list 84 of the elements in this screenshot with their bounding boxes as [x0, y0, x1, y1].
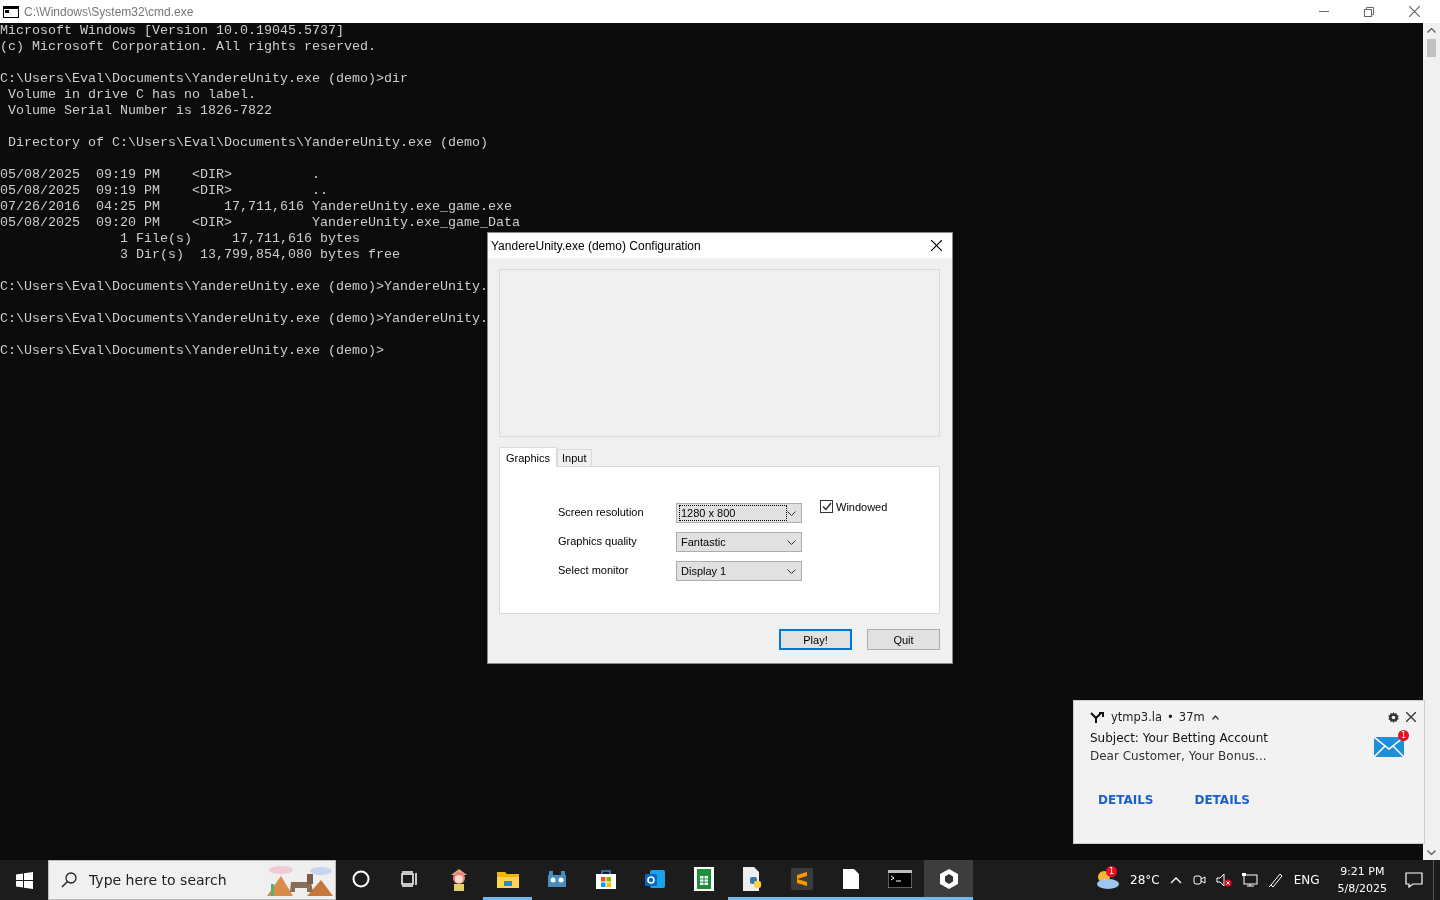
checkbox-label: Windowed: [836, 500, 888, 513]
notification-age: 37m: [1178, 710, 1205, 724]
temperature[interactable]: 28°C: [1130, 873, 1160, 887]
dropdown[interactable]: Display 1: [676, 561, 802, 581]
details-link[interactable]: DETAILS: [1098, 793, 1154, 807]
search-bar[interactable]: Type here to search: [48, 860, 336, 900]
dropdown-value: Fantastic: [680, 535, 727, 550]
clock[interactable]: 9:21 PM 5/8/2025: [1337, 863, 1387, 897]
robot-icon: [545, 868, 568, 889]
details-link[interactable]: DETAILS: [1194, 793, 1250, 807]
console-line: 3 Dir(s) 13,799,854,080 bytes free: [118, 247, 400, 263]
notification-body: Dear Customer, Your Bonus...: [1090, 749, 1268, 763]
muted-speaker-icon[interactable]: [1215, 873, 1232, 887]
caret-icon[interactable]: [1211, 714, 1219, 720]
dialog-title: YandereUnity.exe (demo) Configuration: [491, 238, 701, 253]
clock-time: 9:21 PM: [1340, 864, 1385, 880]
chevron-down-icon: [787, 568, 796, 574]
dialog-button[interactable]: Play!: [779, 629, 852, 650]
console-line: 07/26/2016 04:25 PM 17,711,616 YandereUnity.exe_game.exe: [0, 199, 512, 215]
weather-badge: 1: [1106, 866, 1118, 877]
scroll-up-icon[interactable]: [1427, 28, 1436, 33]
setting-label: Graphics quality: [558, 534, 638, 547]
camera-icon[interactable]: [1191, 873, 1206, 887]
console-line: Directory of C:\Users\Eval\Documents\YandereUnity.exe (demo): [7, 135, 488, 151]
scroll-thumb[interactable]: [1427, 39, 1436, 57]
console-line: (c) Microsoft Corporation. All rights reserved.: [0, 39, 376, 55]
scrollbar[interactable]: [1423, 23, 1440, 860]
chevron-up-icon[interactable]: [1169, 876, 1182, 884]
taskbar-app[interactable]: [924, 860, 973, 900]
console-line: C:\Users\Eval\Documents\YandereUnity.exe (demo)>: [0, 343, 384, 359]
tab[interactable]: Input: [557, 449, 592, 466]
mail-app-icon: [643, 867, 666, 890]
language-indicator[interactable]: ENG: [1293, 873, 1320, 887]
circle-icon: [351, 869, 370, 888]
pen-icon[interactable]: [1267, 872, 1284, 888]
console-line: 05/08/2025 09:19 PM <DIR> ..: [0, 183, 328, 199]
search-icon: [61, 872, 77, 888]
spreadsheet-icon: [693, 866, 714, 891]
folder-icon: [496, 869, 519, 888]
console-line: C:\Users\Eval\Documents\YandereUnity.exe (demo)>YandereUnity.: [0, 279, 488, 295]
task-view-icon: [400, 870, 419, 887]
dropdown[interactable]: Fantastic: [676, 532, 802, 552]
console-line: C:\Users\Eval\Documents\YandereUnity.exe (demo)>YandereUnity.: [0, 311, 488, 327]
chevron-down-icon: [787, 510, 796, 516]
console-line: 05/08/2025 09:19 PM <DIR> .: [0, 167, 320, 183]
console-icon: [3, 5, 19, 18]
notification-center-icon[interactable]: [1405, 872, 1423, 888]
dropdown-value: 1280 x 800: [679, 505, 787, 521]
envelope-icon: [1374, 737, 1404, 757]
window-title: C:\Windows\System32\cmd.exe: [24, 4, 194, 19]
chevron-down-icon: [787, 539, 796, 545]
dropdown[interactable]: 1280 x 800: [676, 503, 802, 523]
console-line: 1 File(s) 17,711,616 bytes: [118, 231, 360, 247]
windows-logo-icon: [15, 871, 33, 889]
console-line: Microsoft Windows [Version 10.0.19045.5737]: [0, 23, 344, 39]
search-field[interactable]: Type here to search: [87, 871, 251, 889]
setting-label: Select monitor: [558, 563, 630, 576]
scroll-down-icon[interactable]: [1427, 850, 1436, 855]
cube-icon: [937, 867, 960, 890]
restore-icon[interactable]: [1364, 6, 1374, 17]
dialog-button[interactable]: Quit: [867, 629, 940, 650]
setting-label: Screen resolution: [558, 505, 645, 518]
shopping-bag-icon: [594, 867, 617, 890]
console-line: Volume Serial Number is 1826-7822: [7, 103, 272, 119]
notification-badge: 1: [1398, 730, 1409, 741]
app-name: ytmp3.la: [1111, 710, 1163, 724]
file-icon: [842, 868, 859, 889]
clock-date: 5/8/2025: [1337, 881, 1387, 897]
dropdown-value: Display 1: [680, 564, 728, 579]
settings-icon[interactable]: [1388, 711, 1399, 723]
separator-dot: •: [1167, 710, 1174, 724]
script-file-icon: [741, 866, 764, 891]
console-line: Volume in drive C has no label.: [7, 87, 256, 103]
tab[interactable]: Graphics: [499, 447, 558, 467]
app-logo-icon: [1090, 711, 1104, 723]
terminal-icon: [887, 869, 912, 888]
close-icon[interactable]: [1406, 712, 1416, 722]
notification-subject: Subject: Your Betting Account: [1090, 731, 1269, 745]
console-line: C:\Users\Eval\Documents\YandereUnity.exe (demo)>dir: [0, 71, 408, 87]
close-icon[interactable]: [931, 240, 942, 251]
console-line: 05/08/2025 09:20 PM <DIR> YandereUnity.exe_game_Data: [0, 215, 520, 231]
network-icon[interactable]: [1241, 873, 1258, 887]
windowed-checkbox[interactable]: [820, 500, 833, 513]
editor-icon: [790, 867, 813, 890]
